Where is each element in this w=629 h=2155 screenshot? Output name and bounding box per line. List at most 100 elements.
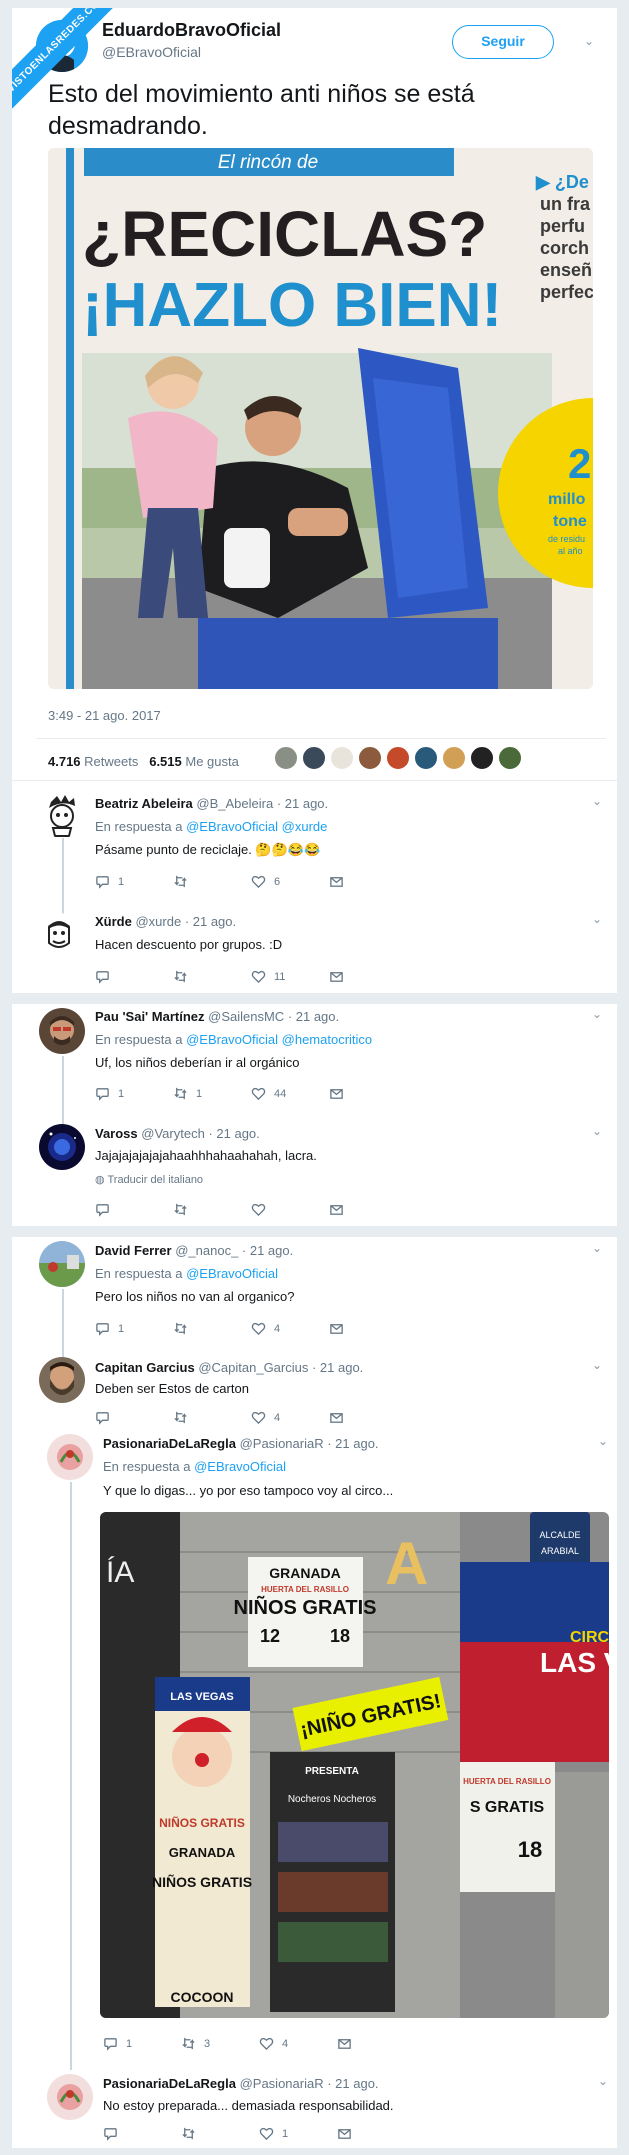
in-reply-handles[interactable]: @EBravoOficial @xurde [186, 819, 327, 834]
in-reply-handles[interactable]: @EBravoOficial @hematocritico [186, 1032, 372, 1047]
reply-date[interactable]: · 21 ago. [312, 1360, 363, 1375]
liker-avatar[interactable] [498, 746, 522, 770]
reply-author-name[interactable]: PasionariaDeLaRegla [103, 1436, 236, 1451]
like-button[interactable] [251, 1202, 274, 1217]
like-button[interactable]: 4 [251, 1321, 280, 1336]
in-reply-handles[interactable]: @EBravoOficial [186, 1266, 278, 1281]
reply-button[interactable] [95, 969, 118, 984]
reply-photo[interactable]: ÍA A ALCALDE ARABIAL GRANADA HUERTA DEL … [100, 1512, 609, 2018]
reply-button[interactable] [103, 2126, 126, 2141]
follow-button[interactable]: Seguir [452, 25, 554, 59]
chevron-down-icon[interactable]: ⌄ [598, 1434, 608, 1448]
like-button[interactable]: 44 [251, 1086, 286, 1101]
reply-avatar[interactable] [39, 1241, 85, 1287]
reply-date[interactable]: · 21 ago. [327, 2076, 378, 2091]
chevron-down-icon[interactable]: ⌄ [592, 1124, 602, 1138]
likes-label[interactable]: Me gusta [185, 754, 238, 769]
translate-link[interactable]: ◍ Traducir del italiano [95, 1173, 203, 1186]
reply-author-name[interactable]: Xürde [95, 914, 132, 929]
dm-button[interactable] [329, 1202, 352, 1217]
retweets-label[interactable]: Retweets [84, 754, 138, 769]
in-reply-handles[interactable]: @EBravoOficial [194, 1459, 286, 1474]
reply-date[interactable]: · 21 ago. [288, 1009, 339, 1024]
reply-author-handle[interactable]: @Varytech [141, 1126, 205, 1141]
dm-button[interactable] [329, 1321, 352, 1336]
chevron-down-icon[interactable]: ⌄ [592, 1007, 602, 1021]
reply-avatar[interactable] [39, 1124, 85, 1170]
like-button[interactable]: 4 [251, 1410, 280, 1425]
reply-button[interactable]: 1 [95, 874, 124, 889]
dm-button[interactable] [329, 874, 352, 889]
reply-author-handle[interactable]: @_nanoc_ [175, 1243, 238, 1258]
reply-author-name[interactable]: Capitan Garcius [95, 1360, 195, 1375]
tweet-timestamp[interactable]: 3:49 - 21 ago. 2017 [48, 708, 161, 723]
reply-author-name[interactable]: Vaross [95, 1126, 138, 1141]
reply-author-handle[interactable]: @B_Abeleira [196, 796, 273, 811]
reply-author-handle[interactable]: @SailensMC [208, 1009, 284, 1024]
author-handle[interactable]: @EBravoOficial [102, 44, 201, 60]
reply-author-name[interactable]: Beatriz Abeleira [95, 796, 193, 811]
liker-avatar[interactable] [414, 746, 438, 770]
reply-author-handle[interactable]: @xurde [135, 914, 181, 929]
dm-button[interactable] [337, 2036, 360, 2051]
retweet-button[interactable] [181, 2126, 204, 2141]
like-button[interactable]: 1 [259, 2126, 288, 2141]
like-button[interactable]: 11 [251, 969, 285, 984]
like-count[interactable]: 6.515 [149, 754, 182, 769]
liker-avatar[interactable] [302, 746, 326, 770]
retweet-button[interactable] [173, 874, 196, 889]
author-name[interactable]: EduardoBravoOficial [102, 20, 281, 41]
reply-avatar[interactable] [39, 913, 79, 953]
liker-avatar[interactable] [470, 746, 494, 770]
reply-author-name[interactable]: David Ferrer [95, 1243, 172, 1258]
chevron-down-icon[interactable]: ⌄ [592, 912, 602, 926]
reply-author-handle[interactable]: @PasionariaR [240, 1436, 324, 1451]
liker-avatar[interactable] [330, 746, 354, 770]
dm-button[interactable] [329, 1086, 352, 1101]
like-count: 1 [282, 2127, 289, 2140]
reply-author-handle[interactable]: @PasionariaR [240, 2076, 324, 2091]
reply-button[interactable]: 1 [95, 1086, 124, 1101]
dm-button[interactable] [337, 2126, 360, 2141]
reply-avatar[interactable] [39, 792, 85, 838]
like-button[interactable]: 4 [259, 2036, 288, 2051]
reply-avatar[interactable] [39, 1008, 85, 1054]
dm-button[interactable] [329, 1410, 352, 1425]
chevron-down-icon[interactable]: ⌄ [592, 1358, 602, 1372]
reply-date[interactable]: · 21 ago. [185, 914, 236, 929]
tweet-photo[interactable]: El rincón de ¿RECICLAS? ¡HAZLO BIEN! ▶ ¿… [48, 148, 593, 689]
dm-button[interactable] [329, 969, 352, 984]
retweet-button[interactable]: 3 [181, 2036, 210, 2051]
liker-avatar[interactable] [442, 746, 466, 770]
liker-avatar[interactable] [386, 746, 410, 770]
retweet-count[interactable]: 4.716 [48, 754, 81, 769]
chevron-down-icon[interactable]: ⌄ [598, 2074, 608, 2088]
reply-date[interactable]: · 21 ago. [208, 1126, 259, 1141]
reply-button[interactable]: 1 [95, 1321, 124, 1336]
reply-date[interactable]: · 21 ago. [277, 796, 328, 811]
chevron-down-icon[interactable]: ⌄ [592, 1241, 602, 1255]
retweet-button[interactable] [173, 969, 196, 984]
reply-date[interactable]: · 21 ago. [242, 1243, 293, 1258]
reply-avatar[interactable] [47, 1434, 93, 1480]
reply-author-name[interactable]: Pau 'Sai' Martínez [95, 1009, 205, 1024]
reply-button[interactable] [95, 1202, 118, 1217]
retweet-button[interactable] [173, 1202, 196, 1217]
reply-button[interactable]: 1 [103, 2036, 132, 2051]
reply-author-name[interactable]: PasionariaDeLaRegla [103, 2076, 236, 2091]
retweet-button[interactable] [173, 1321, 196, 1336]
likers-avatars[interactable] [274, 746, 526, 770]
reply-date[interactable]: · 21 ago. [327, 1436, 378, 1451]
liker-avatar[interactable] [358, 746, 382, 770]
reply-avatar[interactable] [39, 1357, 85, 1403]
chevron-down-icon[interactable]: ⌄ [584, 34, 594, 48]
reply-button[interactable] [95, 1410, 118, 1425]
reply-author-handle[interactable]: @Capitan_Garcius [198, 1360, 308, 1375]
retweet-button[interactable] [173, 1410, 196, 1425]
liker-avatar[interactable] [274, 746, 298, 770]
like-button[interactable]: 6 [251, 874, 280, 889]
retweet-button[interactable]: 1 [173, 1086, 202, 1101]
reply-avatar[interactable] [47, 2074, 93, 2120]
translate-label[interactable]: Traducir del italiano [107, 1174, 203, 1186]
chevron-down-icon[interactable]: ⌄ [592, 794, 602, 808]
